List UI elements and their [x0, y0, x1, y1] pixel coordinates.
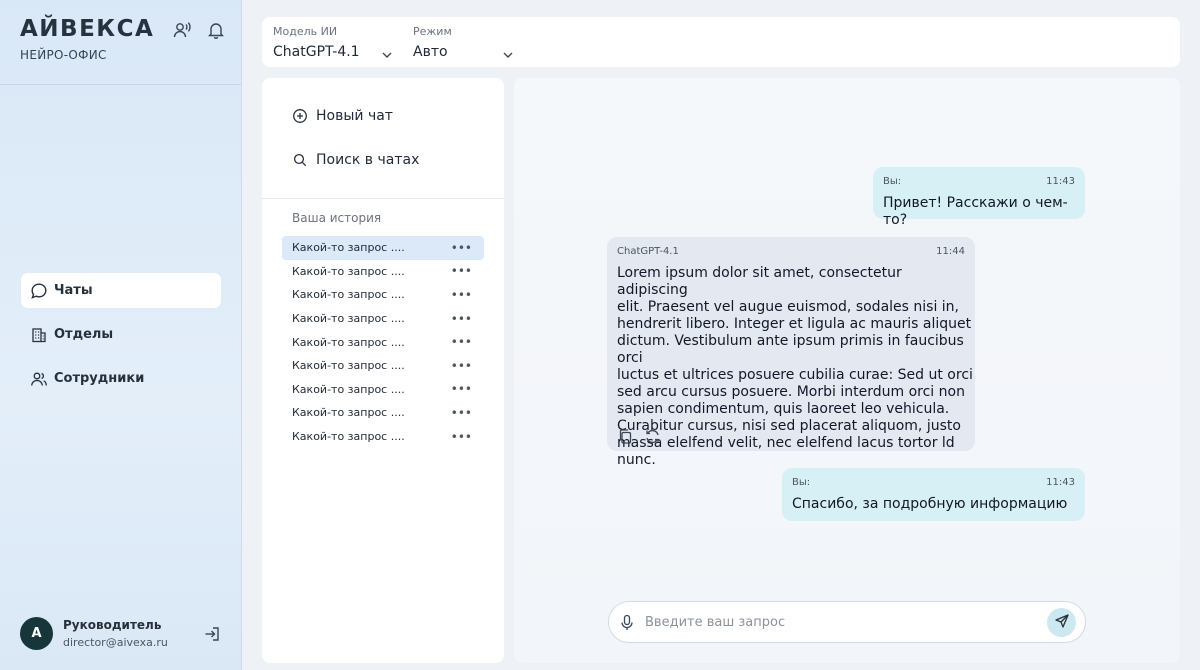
- voice-chat-icon[interactable]: [172, 20, 192, 40]
- plus-circle-icon: [292, 108, 308, 124]
- mode-select-value: Авто: [413, 44, 448, 60]
- more-icon[interactable]: •••: [451, 312, 472, 326]
- user-name: Руководитель: [63, 618, 162, 632]
- sidebar-divider: [0, 84, 242, 85]
- message-line: sed arcu cursus posuere. Morbi interdum …: [617, 384, 965, 400]
- message-line: dictum. Vestibulum ante ipsum primis in …: [617, 333, 964, 366]
- message-line: massa elelfend velit, nec elelfend lacus…: [617, 435, 955, 468]
- sidebar-item-label: Сотрудники: [54, 371, 145, 386]
- history-item[interactable]: Какой-то запрос .... •••: [282, 307, 484, 331]
- search-chats-button[interactable]: Поиск в чатах: [292, 150, 419, 170]
- history-panel: Новый чат Поиск в чатах Ваша история Как…: [262, 78, 504, 663]
- chat-bubble-icon: [30, 282, 48, 300]
- history-divider: [262, 198, 504, 199]
- message-text: Спасибо, за подробную информацию: [792, 496, 1068, 512]
- message-line: Curabitur cursus, nisi sed placerat aliq…: [617, 418, 961, 434]
- more-icon[interactable]: •••: [451, 406, 472, 420]
- history-item[interactable]: Какой-то запрос .... •••: [282, 330, 484, 354]
- history-list: Какой-то запрос .... ••• Какой-то запрос…: [282, 236, 484, 448]
- history-item[interactable]: Какой-то запрос .... •••: [282, 378, 484, 402]
- message-text: Lorem ipsum dolor sit amet, consectetur …: [617, 265, 975, 469]
- more-icon[interactable]: •••: [451, 241, 472, 255]
- new-chat-label: Новый чат: [316, 108, 393, 124]
- history-title: Ваша история: [292, 211, 382, 225]
- history-item[interactable]: Какой-то запрос .... •••: [282, 354, 484, 378]
- history-item-label: Какой-то запрос ....: [292, 430, 405, 444]
- history-item-label: Какой-то запрос ....: [292, 382, 405, 396]
- chevron-down-icon: [381, 46, 393, 58]
- message-actions: [617, 428, 661, 445]
- message-composer: [608, 601, 1086, 643]
- brand-subtitle: НЕЙРО-ОФИС: [20, 48, 107, 62]
- history-item-label: Какой-то запрос ....: [292, 359, 405, 373]
- message-line: Lorem ipsum dolor sit amet, consectetur …: [617, 265, 902, 298]
- history-item-label: Какой-то запрос ....: [292, 335, 405, 349]
- header-icons: [172, 20, 226, 40]
- message-author: Вы:: [883, 176, 902, 187]
- history-item[interactable]: Какой-то запрос .... •••: [282, 283, 484, 307]
- message-line: hendrerit libero. Integer et ligula ac m…: [617, 316, 972, 332]
- user-message: Вы: 11:43 Спасибо, за подробную информац…: [782, 468, 1085, 521]
- sidebar: АЙВЕКСА НЕЙРО-ОФИС Чаты Отделы Сотрудник…: [0, 0, 242, 670]
- sidebar-item-chats[interactable]: Чаты: [21, 273, 221, 308]
- message-time: 11:43: [1046, 176, 1075, 187]
- send-icon: [1054, 613, 1070, 633]
- history-item-label: Какой-то запрос ....: [292, 288, 405, 302]
- history-item[interactable]: Какой-то запрос .... •••: [282, 260, 484, 284]
- sidebar-item-departments[interactable]: Отделы: [21, 317, 221, 352]
- model-select-label: Модель ИИ: [273, 25, 338, 38]
- message-time: 11:44: [936, 246, 965, 257]
- more-icon[interactable]: •••: [451, 264, 472, 278]
- message-author: ChatGPT-4.1: [617, 246, 679, 257]
- model-toolbar: Модель ИИ ChatGPT-4.1 Режим Авто: [262, 17, 1180, 67]
- more-icon[interactable]: •••: [451, 359, 472, 373]
- history-item[interactable]: Какой-то запрос .... •••: [282, 401, 484, 425]
- mode-select[interactable]: Режим Авто: [413, 17, 515, 67]
- chevron-down-icon: [502, 46, 514, 58]
- sidebar-item-label: Отделы: [54, 327, 114, 342]
- regenerate-icon[interactable]: [644, 428, 661, 445]
- user-profile[interactable]: A Руководитель director@aivexa.ru: [20, 617, 225, 653]
- more-icon[interactable]: •••: [451, 430, 472, 444]
- message-author: Вы:: [792, 477, 811, 488]
- copy-icon[interactable]: [617, 428, 634, 445]
- message-line: elit. Praesent vel augue euismod, sodale…: [617, 299, 960, 315]
- bell-icon[interactable]: [206, 20, 226, 40]
- message-line: sapien condimentum, quis laoreet leo veh…: [617, 401, 950, 417]
- model-select-value: ChatGPT-4.1: [273, 44, 360, 60]
- assistant-message: ChatGPT-4.1 11:44 Lorem ipsum dolor sit …: [607, 237, 975, 468]
- new-chat-button[interactable]: Новый чат: [292, 106, 393, 126]
- history-item-label: Какой-то запрос ....: [292, 264, 405, 278]
- microphone-icon[interactable]: [619, 614, 635, 632]
- history-item[interactable]: Какой-то запрос .... •••: [282, 425, 484, 449]
- user-email: director@aivexa.ru: [63, 636, 168, 649]
- prompt-input[interactable]: [645, 610, 1035, 634]
- brand-logo[interactable]: АЙВЕКСА: [20, 16, 154, 42]
- history-item[interactable]: Какой-то запрос .... •••: [282, 236, 484, 260]
- model-select[interactable]: Модель ИИ ChatGPT-4.1: [273, 17, 393, 67]
- history-item-label: Какой-то запрос ....: [292, 241, 405, 255]
- history-item-label: Какой-то запрос ....: [292, 312, 405, 326]
- brand: АЙВЕКСА НЕЙРО-ОФИС: [20, 16, 154, 62]
- sidebar-item-employees[interactable]: Сотрудники: [21, 361, 221, 396]
- users-icon: [30, 370, 48, 388]
- sidebar-nav: Чаты Отделы Сотрудники: [21, 273, 221, 405]
- send-button[interactable]: [1047, 608, 1076, 637]
- history-item-label: Какой-то запрос ....: [292, 406, 405, 420]
- more-icon[interactable]: •••: [451, 382, 472, 396]
- message-line: luctus et ultrices posuere cubilia curae…: [617, 367, 973, 383]
- more-icon[interactable]: •••: [451, 288, 472, 302]
- user-message: Вы: 11:43 Привет! Расскажи о чем-то?: [873, 167, 1085, 228]
- mode-select-label: Режим: [413, 25, 452, 38]
- building-icon: [30, 326, 48, 344]
- more-icon[interactable]: •••: [451, 335, 472, 349]
- message-time: 11:43: [1046, 477, 1075, 488]
- message-text: Привет! Расскажи о чем-то?: [883, 195, 1068, 228]
- avatar: A: [20, 617, 53, 650]
- search-icon: [292, 152, 308, 168]
- search-chats-label: Поиск в чатах: [316, 152, 420, 168]
- sidebar-item-label: Чаты: [54, 283, 93, 298]
- logout-icon[interactable]: [203, 625, 221, 643]
